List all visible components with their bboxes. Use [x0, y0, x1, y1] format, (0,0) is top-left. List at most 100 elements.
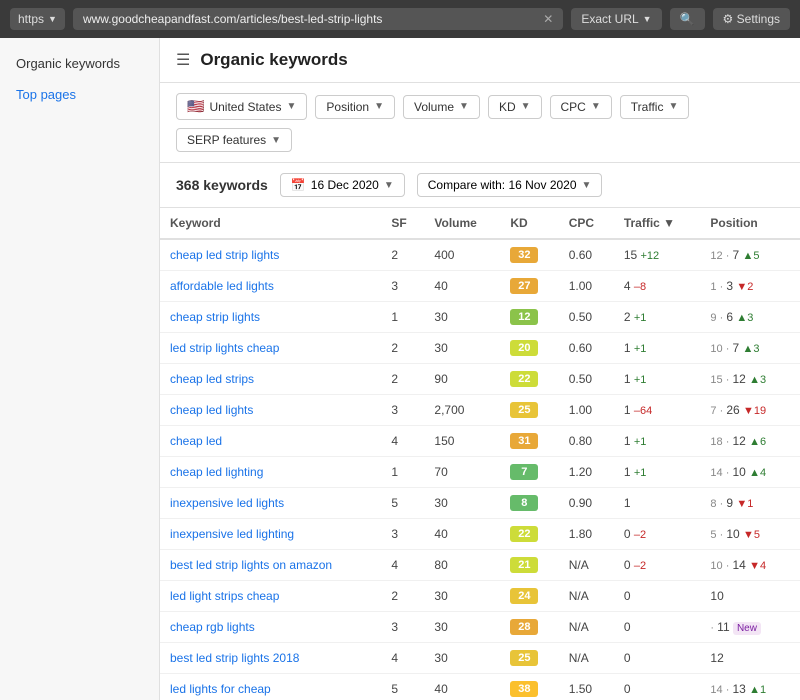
- chevron-down-icon: ▼: [521, 101, 531, 112]
- volume-cell: 2,700: [424, 395, 500, 426]
- cpc-cell: 1.50: [559, 674, 614, 700]
- keyword-cell: cheap strip lights: [160, 302, 381, 333]
- kd-cell: 12: [500, 302, 558, 333]
- position-cell: 10 · 7 ▲3: [700, 333, 800, 364]
- kd-badge: 22: [510, 526, 538, 542]
- keyword-link[interactable]: inexpensive led lighting: [170, 527, 294, 541]
- keyword-link[interactable]: cheap led lights: [170, 403, 253, 417]
- url-bar[interactable]: www.goodcheapandfast.com/articles/best-l…: [73, 8, 563, 30]
- kd-cell: 25: [500, 395, 558, 426]
- traffic-cell: 0 –2: [614, 550, 701, 581]
- sidebar-item-top-pages[interactable]: Top pages: [0, 79, 159, 110]
- protocol-btn[interactable]: https ▼: [10, 8, 65, 30]
- settings-label: ⚙ Settings: [723, 12, 780, 26]
- kd-filter[interactable]: KD ▼: [488, 95, 542, 119]
- date-selector[interactable]: 📅 16 Dec 2020 ▼: [280, 173, 405, 197]
- position-cell: 7 · 26 ▼19: [700, 395, 800, 426]
- cpc-cell: 0.60: [559, 239, 614, 271]
- compare-selector[interactable]: Compare with: 16 Nov 2020 ▼: [417, 173, 603, 197]
- table-row: affordable led lights340271.004 –81 · 3 …: [160, 271, 800, 302]
- traffic-filter[interactable]: Traffic ▼: [620, 95, 690, 119]
- traffic-change: –2: [634, 560, 646, 572]
- cpc-cell: 0.90: [559, 488, 614, 519]
- filters-bar: 🇺🇸 United States ▼ Position ▼ Volume ▼ K…: [160, 83, 800, 163]
- col-traffic[interactable]: Traffic ▼: [614, 208, 701, 239]
- cpc-cell: 0.60: [559, 333, 614, 364]
- position-change: ▼5: [743, 529, 760, 541]
- sf-cell: 3: [381, 612, 424, 643]
- table-row: cheap strip lights130120.502 +19 · 6 ▲3: [160, 302, 800, 333]
- table-row: led lights for cheap540381.50014 · 13 ▲1: [160, 674, 800, 700]
- kd-cell: 7: [500, 457, 558, 488]
- keyword-cell: inexpensive led lighting: [160, 519, 381, 550]
- keyword-link[interactable]: cheap led: [170, 434, 222, 448]
- keyword-link[interactable]: best led strip lights 2018: [170, 651, 299, 665]
- traffic-cell: 0 –2: [614, 519, 701, 550]
- traffic-cell: 0: [614, 643, 701, 674]
- menu-icon[interactable]: ☰: [176, 50, 190, 70]
- sf-cell: 1: [381, 457, 424, 488]
- serp-filter[interactable]: SERP features ▼: [176, 128, 292, 152]
- volume-cell: 30: [424, 488, 500, 519]
- sf-cell: 2: [381, 239, 424, 271]
- close-icon[interactable]: ✕: [543, 12, 553, 26]
- kd-cell: 22: [500, 519, 558, 550]
- chevron-down-icon: ▼: [271, 135, 281, 146]
- keyword-link[interactable]: affordable led lights: [170, 279, 274, 293]
- keyword-link[interactable]: cheap strip lights: [170, 310, 260, 324]
- position-cell: 1 · 3 ▼2: [700, 271, 800, 302]
- table-row: inexpensive led lights53080.9018 · 9 ▼1: [160, 488, 800, 519]
- cpc-cell: 0.50: [559, 364, 614, 395]
- position-cell: 14 · 10 ▲4: [700, 457, 800, 488]
- keyword-cell: cheap led strip lights: [160, 239, 381, 271]
- position-filter[interactable]: Position ▼: [315, 95, 395, 119]
- country-filter[interactable]: 🇺🇸 United States ▼: [176, 93, 307, 120]
- kd-cell: 8: [500, 488, 558, 519]
- sf-cell: 5: [381, 488, 424, 519]
- keyword-link[interactable]: led lights for cheap: [170, 682, 271, 696]
- exact-url-btn[interactable]: Exact URL ▼: [571, 8, 661, 30]
- traffic-cell: 15 +12: [614, 239, 701, 271]
- keywords-table: Keyword SF Volume KD CPC Traffic ▼ Posit…: [160, 208, 800, 700]
- position-change: ▲4: [749, 467, 766, 479]
- search-btn[interactable]: 🔍: [670, 8, 705, 30]
- keyword-link[interactable]: best led strip lights on amazon: [170, 558, 332, 572]
- keyword-cell: cheap led: [160, 426, 381, 457]
- keyword-cell: led strip lights cheap: [160, 333, 381, 364]
- url-text: www.goodcheapandfast.com/articles/best-l…: [83, 12, 382, 26]
- keyword-link[interactable]: led light strips cheap: [170, 589, 279, 603]
- protocol-label: https: [18, 12, 44, 26]
- keyword-cell: cheap led strips: [160, 364, 381, 395]
- keyword-link[interactable]: cheap led strip lights: [170, 248, 279, 262]
- table-row: best led strip lights on amazon48021N/A0…: [160, 550, 800, 581]
- sidebar: Organic keywords Top pages: [0, 38, 160, 700]
- stats-bar: 368 keywords 📅 16 Dec 2020 ▼ Compare wit…: [160, 163, 800, 208]
- volume-cell: 30: [424, 581, 500, 612]
- cpc-filter[interactable]: CPC ▼: [550, 95, 612, 119]
- kd-badge: 22: [510, 371, 538, 387]
- chevron-down-icon: ▼: [591, 101, 601, 112]
- col-kd: KD: [500, 208, 558, 239]
- volume-cell: 40: [424, 271, 500, 302]
- page-title: Organic keywords: [200, 50, 347, 70]
- volume-filter[interactable]: Volume ▼: [403, 95, 480, 119]
- keyword-cell: best led strip lights 2018: [160, 643, 381, 674]
- keyword-link[interactable]: cheap led lighting: [170, 465, 263, 479]
- exact-url-label: Exact URL: [581, 12, 638, 26]
- traffic-change: +1: [634, 374, 647, 386]
- keyword-link[interactable]: led strip lights cheap: [170, 341, 279, 355]
- keyword-link[interactable]: cheap rgb lights: [170, 620, 255, 634]
- sf-cell: 2: [381, 364, 424, 395]
- settings-btn[interactable]: ⚙ Settings: [713, 8, 790, 30]
- table-row: best led strip lights 201843025N/A012: [160, 643, 800, 674]
- sidebar-item-organic-keywords[interactable]: Organic keywords: [0, 48, 159, 79]
- position-from: 18 ·: [710, 436, 732, 448]
- table-header-row: Keyword SF Volume KD CPC Traffic ▼ Posit…: [160, 208, 800, 239]
- keyword-link[interactable]: inexpensive led lights: [170, 496, 284, 510]
- position-cell: 8 · 9 ▼1: [700, 488, 800, 519]
- keyword-link[interactable]: cheap led strips: [170, 372, 254, 386]
- position-cell: 15 · 12 ▲3: [700, 364, 800, 395]
- position-change: ▼1: [736, 498, 753, 510]
- volume-cell: 30: [424, 612, 500, 643]
- traffic-cell: 1 +1: [614, 333, 701, 364]
